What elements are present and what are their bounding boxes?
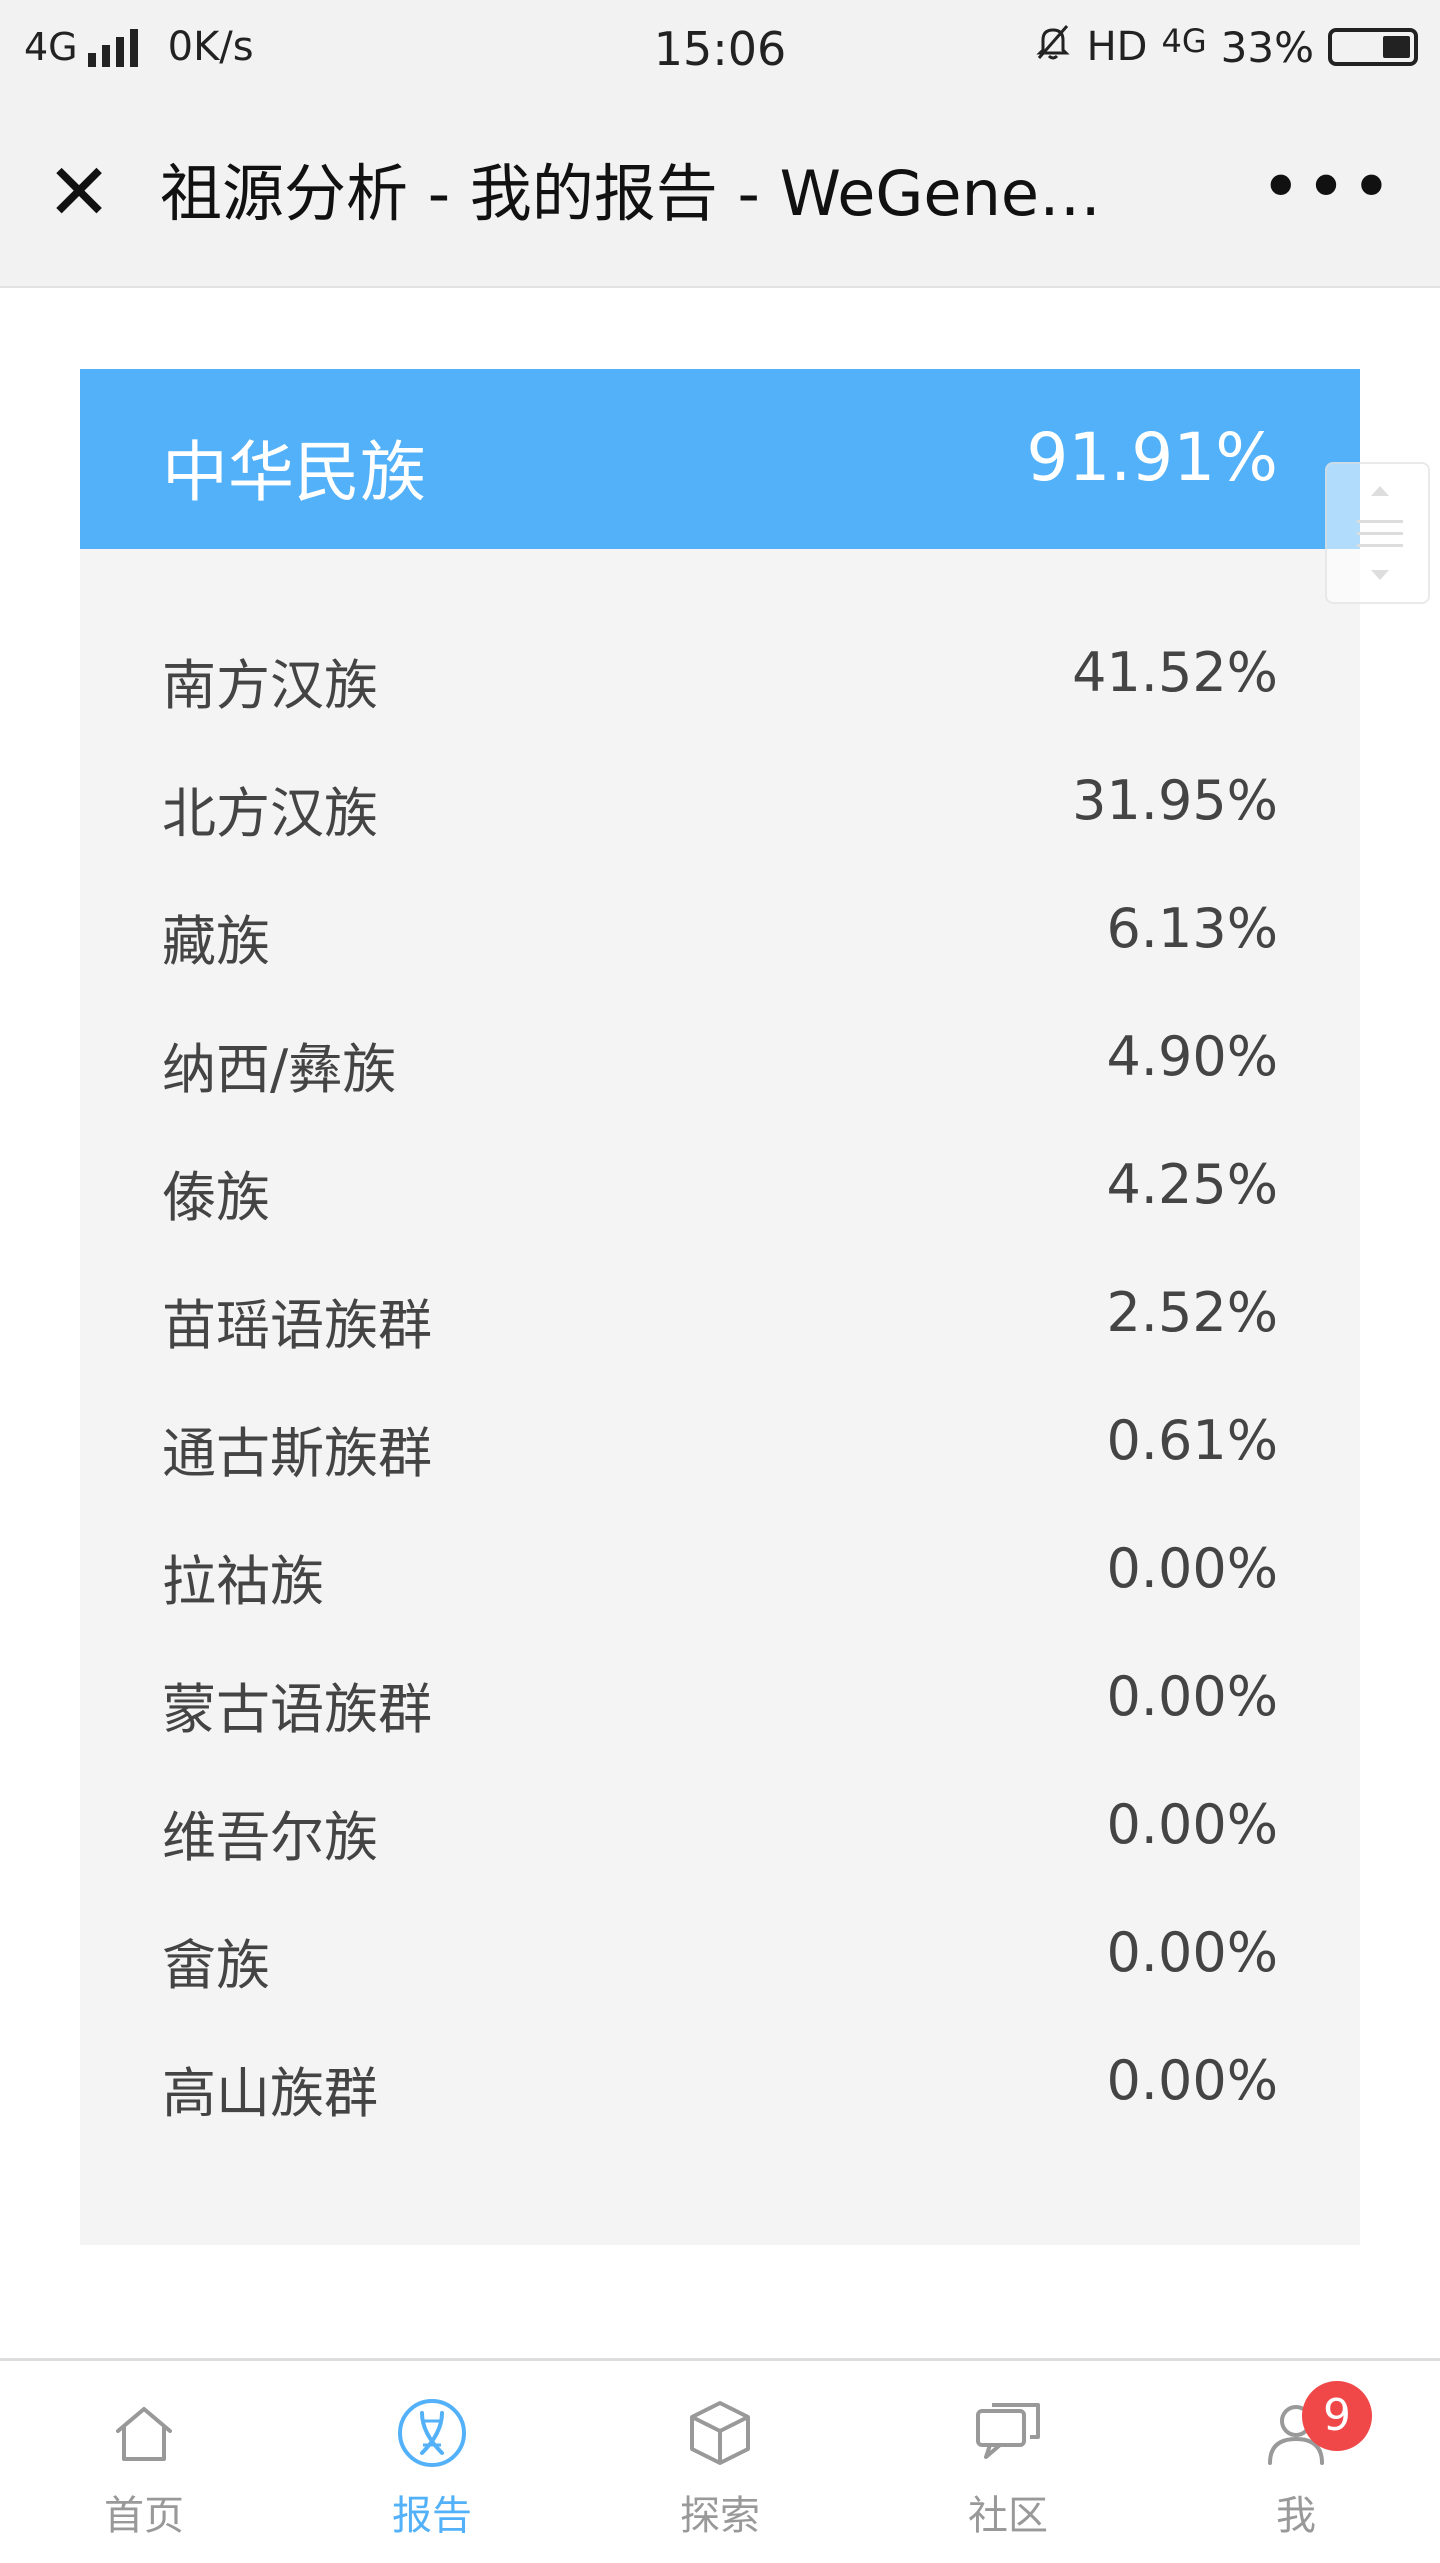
group-label: 蒙古语族群 [162, 1678, 432, 1741]
chevron-up-icon [1371, 486, 1389, 496]
list-item: 维吾尔族 0.00% [162, 1783, 1278, 1869]
group-value: 0.00% [1106, 2049, 1278, 2112]
group-value: 6.13% [1106, 897, 1278, 960]
group-label: 藏族 [162, 910, 270, 973]
group-value: 0.00% [1106, 1921, 1278, 1984]
bell-muted-icon [1033, 22, 1073, 72]
cube-icon [684, 2397, 756, 2469]
nav-bar: ✕ 祖源分析 - 我的报告 - WeGene… ••• [0, 100, 1440, 288]
page-title: 祖源分析 - 我的报告 - WeGene… [160, 157, 1102, 230]
chat-icon [972, 2397, 1044, 2469]
group-value: 31.95% [1072, 769, 1278, 832]
group-value: 0.00% [1106, 1665, 1278, 1728]
scroll-handle[interactable] [1325, 462, 1430, 604]
group-label: 维吾尔族 [162, 1806, 378, 1869]
group-label: 高山族群 [162, 2062, 378, 2125]
group-value: 41.52% [1072, 641, 1278, 704]
notification-badge: 9 [1302, 2381, 1372, 2451]
list-item: 通古斯族群 0.61% [162, 1399, 1278, 1485]
close-icon[interactable]: ✕ [44, 154, 114, 232]
battery-fill [1382, 36, 1410, 58]
summary-header[interactable]: 中华民族 91.91% [80, 369, 1360, 549]
list-item: 藏族 6.13% [162, 887, 1278, 973]
list-item: 纳西/彝族 4.90% [162, 1015, 1278, 1101]
group-value: 4.90% [1106, 1025, 1278, 1088]
group-label: 畲族 [162, 1934, 270, 1997]
group-label: 纳西/彝族 [162, 1038, 397, 1101]
group-label: 傣族 [162, 1166, 270, 1229]
tab-label: 首页 [104, 2493, 184, 2539]
group-label: 通古斯族群 [162, 1422, 432, 1485]
tab-report[interactable]: 报告 [288, 2361, 576, 2563]
tab-label: 探索 [680, 2493, 760, 2539]
group-label: 南方汉族 [162, 654, 378, 717]
group-value: 0.00% [1106, 1793, 1278, 1856]
group-value: 0.00% [1106, 1537, 1278, 1600]
group-value: 2.52% [1106, 1281, 1278, 1344]
group-value: 0.61% [1106, 1409, 1278, 1472]
dna-icon [396, 2397, 468, 2469]
home-icon [108, 2397, 180, 2469]
tab-me[interactable]: 9 我 [1152, 2361, 1440, 2563]
list-item: 北方汉族 31.95% [162, 759, 1278, 845]
group-label: 拉祜族 [162, 1550, 324, 1613]
battery-icon [1328, 28, 1418, 66]
tab-home[interactable]: 首页 [0, 2361, 288, 2563]
group-label: 苗瑶语族群 [162, 1294, 432, 1357]
list-item: 畲族 0.00% [162, 1911, 1278, 1997]
summary-label: 中华民族 [162, 434, 426, 511]
more-options-icon[interactable]: ••• [1260, 152, 1396, 222]
list-item: 蒙古语族群 0.00% [162, 1655, 1278, 1741]
tab-label: 社区 [968, 2493, 1048, 2539]
list-item: 南方汉族 41.52% [162, 631, 1278, 717]
list-item: 苗瑶语族群 2.52% [162, 1271, 1278, 1357]
network-type-right: 4G [1161, 22, 1207, 60]
tab-community[interactable]: 社区 [864, 2361, 1152, 2563]
list-item: 高山族群 0.00% [162, 2039, 1278, 2125]
summary-value: 91.91% [1026, 419, 1278, 496]
tab-explore[interactable]: 探索 [576, 2361, 864, 2563]
status-right: HD 4G 33% [1019, 22, 1418, 72]
ancestry-card: 中华民族 91.91% 南方汉族 41.52% 北方汉族 31.95% 藏族 6… [80, 369, 1360, 2245]
status-bar: 4G 0K/s 15:06 HD 4G 33% [0, 0, 1440, 100]
tab-label: 报告 [392, 2493, 472, 2539]
group-label: 北方汉族 [162, 782, 378, 845]
chevron-down-icon [1371, 570, 1389, 580]
tab-bar: 首页 报告 探索 社区 9 我 [0, 2358, 1440, 2560]
list-item: 拉祜族 0.00% [162, 1527, 1278, 1613]
battery-percent: 33% [1220, 22, 1314, 72]
tab-label: 我 [1276, 2493, 1316, 2539]
group-value: 4.25% [1106, 1153, 1278, 1216]
list-item: 傣族 4.25% [162, 1143, 1278, 1229]
hd-indicator: HD [1086, 24, 1148, 70]
